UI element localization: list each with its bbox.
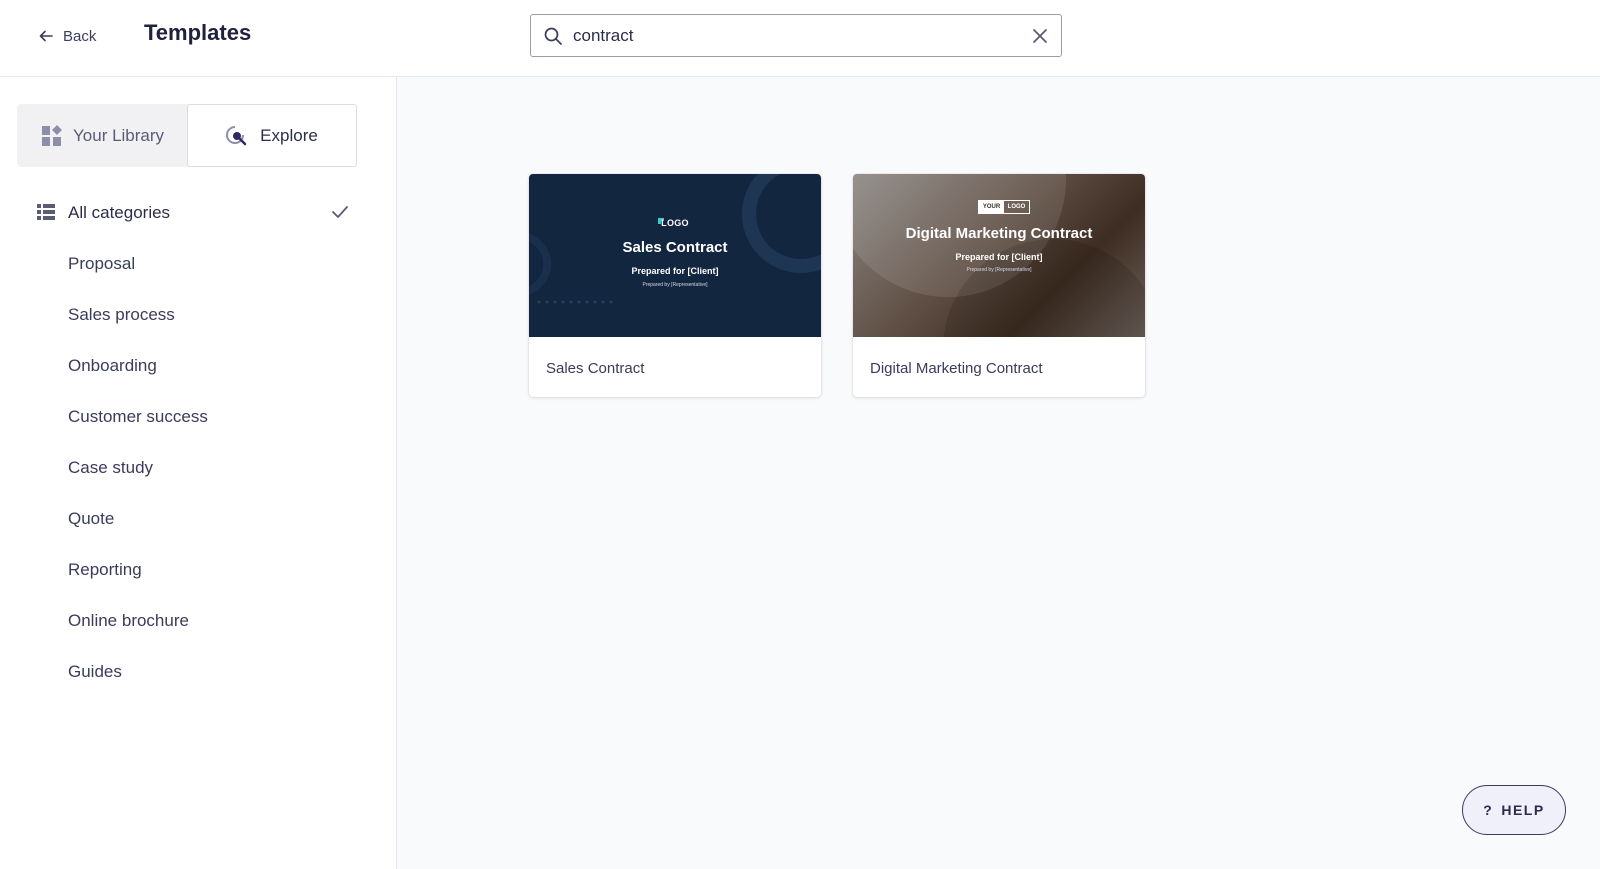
thumbnail-small-text: Prepared by [Representative] [966,267,1032,273]
category-item-guides[interactable]: Guides [0,646,397,697]
category-label: Quote [68,508,115,528]
template-card-digital-marketing-contract[interactable]: YOUR LOGO Digital Marketing Contract Pre… [853,174,1145,397]
thumbnail-logo: LOGO [661,218,689,228]
grid-icon [42,124,62,146]
category-item-customer-success[interactable]: Customer success [0,391,397,442]
thumbnail-subtitle: Prepared for [Client] [631,266,719,276]
template-thumbnail: LOGO Sales Contract Prepared for [Client… [529,174,821,337]
category-item-sales-process[interactable]: Sales process [0,289,397,340]
thumbnail-subtitle: Prepared for [Client] [955,252,1043,262]
list-icon [37,204,55,220]
arrow-left-icon [39,30,53,42]
category-label: Online brochure [68,610,189,630]
help-button[interactable]: ? HELP [1462,785,1566,835]
page-title: Templates [144,20,252,45]
category-item-online-brochure[interactable]: Online brochure [0,595,397,646]
sidebar: Your Library Explore All categories Prop… [0,77,397,869]
category-label: Customer success [68,406,208,426]
category-label: Guides [68,661,122,681]
template-name: Digital Marketing Contract [870,360,1043,377]
category-item-case-study[interactable]: Case study [0,442,397,493]
category-label: Proposal [68,253,136,273]
back-label: Back [63,27,97,45]
category-label: Onboarding [68,355,157,375]
template-card-sales-contract[interactable]: LOGO Sales Contract Prepared for [Client… [529,174,821,397]
category-item-reporting[interactable]: Reporting [0,544,397,595]
results-area: LOGO Sales Contract Prepared for [Client… [397,77,1600,869]
category-label: Reporting [68,559,142,579]
back-button[interactable]: Back [37,24,96,48]
explore-icon [226,125,247,145]
help-label: HELP [1501,802,1545,818]
category-item-proposal[interactable]: Proposal [0,238,397,289]
category-item-quote[interactable]: Quote [0,493,397,544]
thumbnail-title: Digital Marketing Contract [905,225,1093,242]
library-explore-toggle: Your Library Explore [17,104,357,167]
category-label: Sales process [68,304,175,324]
category-item-onboarding[interactable]: Onboarding [0,340,397,391]
question-icon: ? [1483,802,1494,818]
thumbnail-logo: YOUR LOGO [978,200,1030,214]
search-input[interactable] [573,21,1013,51]
check-icon [332,206,348,218]
explore-label: Explore [260,125,318,145]
explore-tab[interactable]: Explore [187,104,357,167]
your-library-label: Your Library [73,125,165,145]
close-icon[interactable] [1029,25,1051,47]
category-item-all[interactable]: All categories [0,187,397,238]
template-name: Sales Contract [546,360,645,377]
category-label: All categories [68,202,171,222]
top-bar: Back Templates [0,0,1600,77]
search-box[interactable] [530,14,1062,57]
template-thumbnail: YOUR LOGO Digital Marketing Contract Pre… [853,174,1145,337]
category-list: All categories Proposal Sales process On… [0,187,397,697]
search-icon [544,27,562,45]
your-library-tab[interactable]: Your Library [17,104,187,167]
thumbnail-title: Sales Contract [622,239,728,256]
category-label: Case study [68,457,154,477]
thumbnail-small-text: Prepared by [Representative] [642,282,708,288]
